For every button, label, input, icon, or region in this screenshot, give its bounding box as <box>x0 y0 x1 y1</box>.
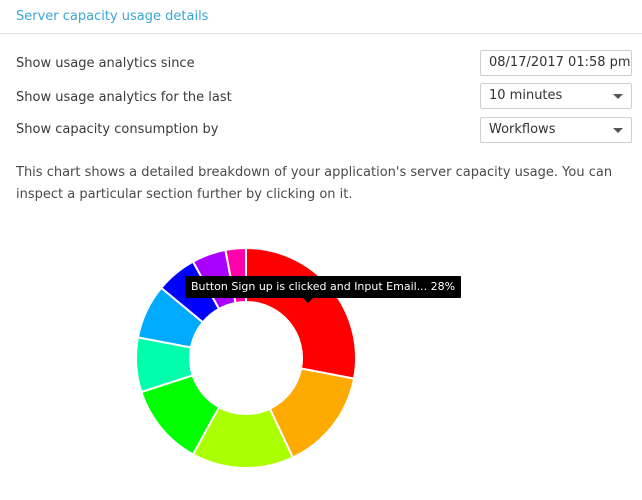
tooltip-text: Button Sign up is clicked and Input Emai… <box>191 280 456 293</box>
tooltip-arrow <box>303 298 313 303</box>
chart-tooltip: Button Sign up is clicked and Input Emai… <box>185 276 462 303</box>
donut-slice[interactable] <box>245 246 357 380</box>
capacity-donut-chart <box>135 246 357 469</box>
